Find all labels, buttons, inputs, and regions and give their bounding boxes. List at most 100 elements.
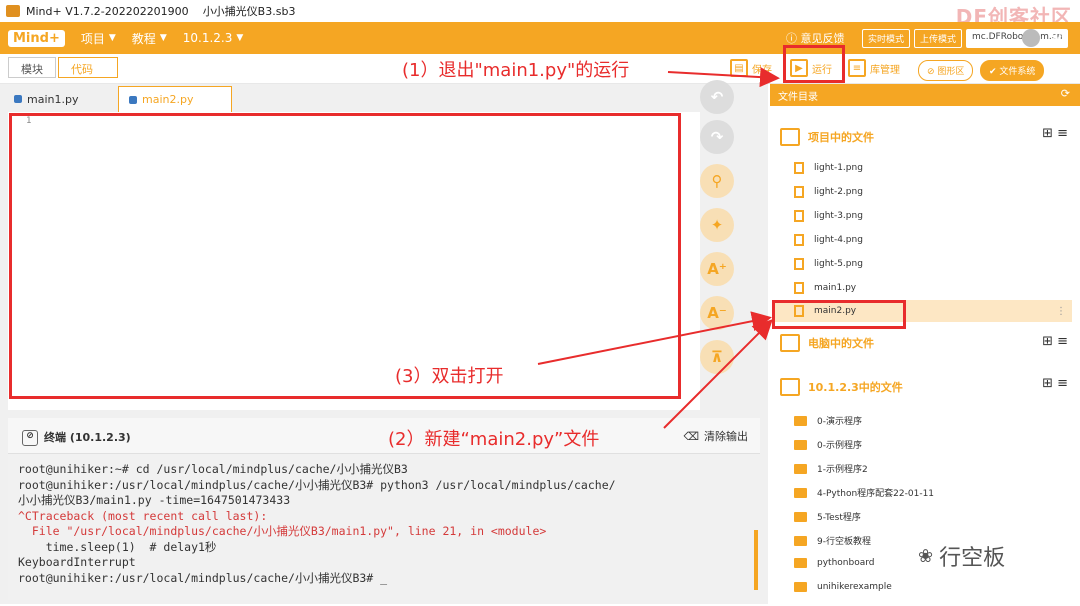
folder-icon (794, 487, 807, 498)
computer-section[interactable]: 电脑中的文件 (780, 334, 874, 352)
clear-output-label: 清除输出 (704, 430, 748, 443)
file-icon (794, 258, 804, 270)
tab-code[interactable]: 代码 (58, 57, 118, 78)
terminal-output[interactable]: root@unihiker:~# cd /usr/local/mindplus/… (8, 454, 760, 600)
menu-device-label: 10.1.2.3 (182, 31, 233, 45)
folder-name: 0-演示程序 (817, 417, 862, 427)
file-panel-title: 文件目录 (778, 92, 818, 103)
folder-name: 0-示例程序 (817, 441, 862, 451)
annotation-box-main2 (772, 300, 906, 329)
wechat-label: 行空板 (939, 546, 1006, 571)
folder-name: unihikerexample (817, 582, 892, 592)
filesystem-button[interactable]: ✔ 文件系统 (980, 60, 1045, 81)
annotation-step2: (2）新建“main2.py”文件 (388, 429, 600, 450)
font-decrease-icon[interactable]: A⁻ (700, 296, 734, 330)
apps-icon (780, 378, 800, 396)
chevron-down-icon: ▼ (108, 33, 116, 43)
menu-project[interactable]: 项目 ▼ (81, 30, 116, 47)
python-file-icon (14, 95, 22, 103)
annotation-step1: (1）退出"main1.py"的运行 (402, 60, 630, 81)
folder-item[interactable]: pythonboard (794, 558, 874, 568)
folder-item[interactable]: 0-演示程序 (794, 414, 862, 427)
library-label: 库管理 (870, 64, 900, 76)
folder-name: 1-示例程序2 (817, 465, 868, 475)
sparkle-icon[interactable]: ✦ (700, 208, 734, 242)
menu-project-label: 项目 (80, 31, 105, 46)
terminal-title: ⊘ 终端 (10.1.2.3) (22, 429, 131, 446)
file-name: light-3.png (814, 211, 863, 221)
menu-tutorial[interactable]: 教程 ▼ (132, 30, 167, 47)
redo-icon[interactable]: ↷ (700, 120, 734, 154)
folder-icon (794, 439, 807, 450)
folder-item[interactable]: 9-行空板教程 (794, 534, 871, 547)
section-tools[interactable]: ⊞ ≡ (1042, 126, 1068, 141)
refresh-icon[interactable]: ⟳ (1061, 87, 1070, 100)
annotation-box-run (783, 45, 845, 83)
folder-name: 5-Test程序 (817, 513, 861, 523)
file-name: light-5.png (814, 259, 863, 269)
mode-realtime[interactable]: 实时模式 (862, 29, 911, 48)
file-item[interactable]: light-1.png (794, 162, 863, 174)
brand-logo: Mind+ (8, 29, 65, 47)
folder-item[interactable]: 1-示例程序2 (794, 462, 868, 475)
file-item[interactable]: light-3.png (794, 210, 863, 222)
file-item[interactable]: light-4.png (794, 234, 863, 246)
terminal-line: root@unihiker:/usr/local/mindplus/cache/… (18, 477, 616, 492)
folder-item[interactable]: unihikerexample (794, 582, 892, 592)
wechat-icon: ❀ (918, 545, 934, 567)
clear-output-button[interactable]: ⌫ 清除输出 (683, 428, 748, 444)
tab-blocks[interactable]: 模块 (8, 57, 56, 78)
file-name: light-4.png (814, 235, 863, 245)
title-bar: Mind+ V1.7.2-202202201900 小小捕光仪B3.sb3 (0, 0, 1080, 22)
folder-item[interactable]: 4-Python程序配套22-01-11 (794, 486, 934, 499)
menu-device[interactable]: 10.1.2.3 ▼ (183, 31, 244, 45)
more-icon[interactable]: ⋮ (1056, 306, 1066, 317)
file-name: light-2.png (814, 187, 863, 197)
file-icon (794, 162, 804, 174)
save-label: 保存 (752, 64, 772, 76)
broom-icon: ⌫ (683, 429, 699, 443)
folder-name: 4-Python程序配套22-01-11 (817, 489, 935, 499)
top-menu-bar: Mind+ 项目 ▼ 教程 ▼ 10.1.2.3 ▼ ⓘ 意见反馈 实时模式 上传模式… (0, 22, 1080, 54)
file-item[interactable]: light-5.png (794, 258, 863, 270)
editor-side-buttons: ↶ ↷ ⚲ ✦ A⁺ A⁻ ⊼ (697, 80, 737, 390)
search-icon[interactable]: ⚲ (700, 164, 734, 198)
project-section[interactable]: 项目中的文件 (780, 128, 874, 146)
avatar[interactable] (1022, 29, 1040, 47)
undo-icon[interactable]: ↶ (700, 80, 734, 114)
save-button[interactable]: ▤ 保存 (730, 59, 772, 77)
file-icon (794, 210, 804, 222)
terminal-line: ^CTraceback (most recent call last): (18, 508, 268, 523)
graphics-button[interactable]: ⊘ 图形区 (918, 60, 974, 81)
device-section-label: 10.1.2.3中的文件 (808, 381, 903, 394)
file-item[interactable]: light-2.png (794, 186, 863, 198)
feedback-link[interactable]: ⓘ 意见反馈 (786, 30, 845, 46)
folder-item[interactable]: 5-Test程序 (794, 510, 861, 523)
folder-item[interactable]: 0-示例程序 (794, 438, 862, 451)
folder-icon (794, 511, 807, 522)
folder-icon (794, 535, 807, 546)
computer-icon (780, 334, 800, 352)
scrollbar[interactable] (754, 530, 758, 590)
file-panel-header: 文件目录 ⟳ (770, 84, 1080, 106)
tab-main2[interactable]: main2.py (118, 86, 232, 112)
collapse-icon[interactable]: ⊼ (700, 340, 734, 374)
library-button[interactable]: ≡ 库管理 (848, 59, 900, 77)
font-increase-icon[interactable]: A⁺ (700, 252, 734, 286)
file-item[interactable]: main1.py (794, 282, 856, 294)
section-tools[interactable]: ⊞ ≡ (1042, 376, 1068, 391)
tab-main1[interactable]: main1.py (4, 86, 116, 112)
device-section[interactable]: 10.1.2.3中的文件 (780, 378, 903, 396)
app-logo-icon (6, 5, 20, 17)
section-tools[interactable]: ⊞ ≡ (1042, 334, 1068, 349)
terminal-header: ⊘ 终端 (10.1.2.3) ⌫ 清除输出 (8, 418, 760, 454)
terminal-line: root@unihiker:~# cd /usr/local/mindplus/… (18, 462, 408, 476)
file-name: light-1.png (814, 163, 863, 173)
tab-main1-label: main1.py (27, 92, 79, 106)
mode-upload[interactable]: 上传模式 (914, 29, 963, 48)
feedback-label: 意见反馈 (800, 32, 845, 45)
gear-icon[interactable]: ⚙ (1050, 28, 1063, 44)
folder-icon (794, 415, 807, 426)
terminal-line: root@unihiker:/usr/local/mindplus/cache/… (18, 570, 388, 585)
link-icon: ⊘ (22, 430, 38, 446)
